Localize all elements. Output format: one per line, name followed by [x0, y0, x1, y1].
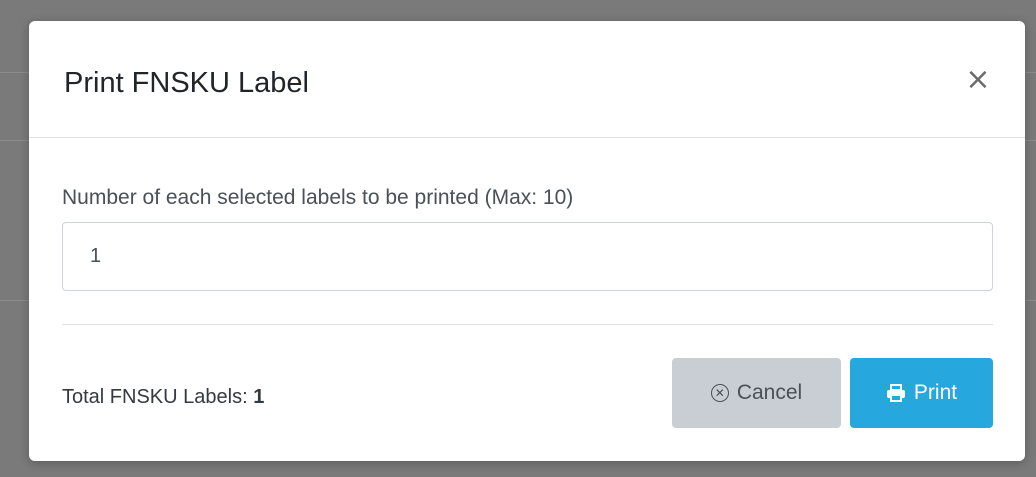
print-button[interactable]: Print [850, 358, 993, 428]
dialog-title: Print FNSKU Label [64, 67, 309, 99]
total-labels-text: Total FNSKU Labels: 1 [62, 386, 264, 409]
dialog-header: Print FNSKU Label × [29, 21, 1025, 138]
quantity-input[interactable] [62, 222, 993, 291]
total-labels-count: 1 [253, 386, 265, 408]
dialog-footer: Total FNSKU Labels: 1 ✕ Cancel Print [29, 325, 1025, 461]
cancel-button-label: Cancel [736, 381, 803, 404]
printer-icon [886, 384, 906, 402]
dialog-body: Number of each selected labels to be pri… [29, 138, 1025, 325]
total-labels-label: Total FNSKU Labels: [62, 386, 254, 408]
circle-x-icon: ✕ [710, 384, 729, 402]
print-label-dialog: Print FNSKU Label × Number of each selec… [29, 21, 1025, 461]
close-icon[interactable]: × [963, 65, 993, 95]
quantity-label: Number of each selected labels to be pri… [62, 186, 574, 209]
cancel-button[interactable]: ✕ Cancel [672, 358, 841, 428]
print-button-label: Print [913, 381, 958, 404]
